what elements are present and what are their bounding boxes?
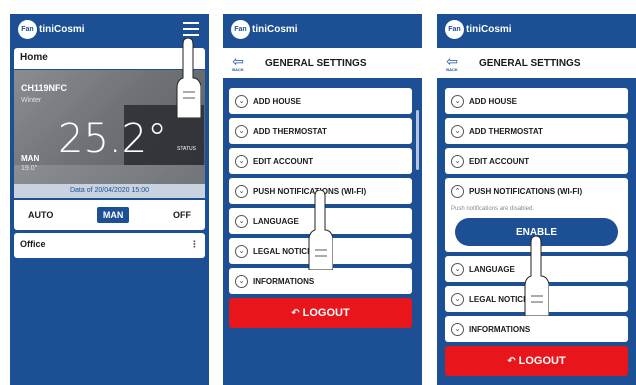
thermostat-setpoint: 19.0°	[21, 165, 38, 172]
back-label: BACK	[232, 66, 244, 72]
top-bar: Fan tiniCosmi	[437, 14, 636, 45]
logout-button[interactable]: ↶ LOGOUT	[229, 298, 412, 328]
office-label: Office	[20, 239, 46, 249]
chevron-down-icon: ⌄	[235, 184, 248, 198]
menu-item-language[interactable]: ⌄ LANGUAGE	[445, 256, 628, 282]
chevron-down-icon: ⌄	[235, 154, 248, 168]
back-label: BACK	[446, 66, 458, 72]
menu-item-label: ADD HOUSE	[469, 96, 518, 106]
logout-button[interactable]: ↶ LOGOUT	[445, 346, 628, 376]
back-button[interactable]: ⇦ BACK	[223, 52, 253, 72]
logout-icon: ↶	[507, 355, 516, 367]
menu-item-language[interactable]: ⌄ LANGUAGE	[229, 208, 412, 234]
brand-logo: Fan tiniCosmi	[445, 20, 512, 39]
chevron-down-icon: ⌄	[235, 274, 248, 288]
chevron-down-icon: ⌄	[451, 262, 464, 276]
menu-item-label: ADD HOUSE	[253, 96, 302, 106]
chevron-down-icon: ⌄	[451, 292, 464, 306]
back-icon: ⇦	[232, 52, 244, 69]
mode-selector: AUTO MAN OFF	[14, 200, 205, 230]
push-status-note: Push notifications are disabled.	[451, 206, 535, 212]
settings-menu: ⌄ ADD HOUSE ⌄ ADD THERMOSTAT ⌄ EDIT ACCOUNT…	[445, 88, 628, 376]
menu-item-label: PUSH NOTIFICATIONS (WI-FI)	[253, 186, 367, 196]
menu-item-label: LEGAL NOTICES	[253, 246, 318, 256]
chevron-down-icon: ⌄	[235, 124, 248, 138]
chevron-down-icon: ⌄	[235, 94, 248, 108]
menu-item-label: INFORMATIONS	[469, 324, 531, 334]
screen-general-settings-expanded: Fan tiniCosmi ⇦ BACK GENERAL SETTINGS ⌄ A…	[437, 14, 636, 385]
thermostat-name: CH119NFC	[21, 83, 68, 93]
settings-header: ⇦ BACK GENERAL SETTINGS	[223, 48, 422, 78]
logout-icon: ↶	[291, 307, 300, 319]
menu-item-edit-account[interactable]: ⌄ EDIT ACCOUNT	[445, 148, 628, 174]
top-bar: Fan tiniCosmi	[10, 14, 209, 45]
menu-item-label: LEGAL NOTICES	[469, 294, 534, 304]
screen-general-settings: Fan tiniCosmi ⇦ BACK GENERAL SETTINGS ⌄ A…	[223, 14, 422, 385]
menu-item-label: LANGUAGE	[253, 216, 299, 226]
hamburger-icon[interactable]	[183, 22, 199, 36]
menu-item-push-notifications[interactable]: ⌄ PUSH NOTIFICATIONS (WI-FI)	[229, 178, 412, 204]
chevron-down-icon: ⌄	[451, 124, 464, 138]
menu-item-push-notifications-expanded: ⌃ PUSH NOTIFICATIONS (WI-FI) Push notific…	[445, 178, 628, 252]
menu-item-label: LANGUAGE	[469, 264, 515, 274]
settings-header: ⇦ BACK GENERAL SETTINGS	[437, 48, 636, 78]
chevron-down-icon: ⌄	[451, 94, 464, 108]
back-icon: ⇦	[446, 52, 458, 69]
logout-label: LOGOUT	[518, 355, 566, 367]
data-timestamp: Data of 20/04/2020 15:00	[14, 184, 205, 198]
menu-item-label: PUSH NOTIFICATIONS (WI-FI)	[469, 186, 583, 196]
menu-item-add-thermostat[interactable]: ⌄ ADD THERMOSTAT	[445, 118, 628, 144]
chevron-down-icon: ⌄	[451, 322, 464, 336]
chevron-up-icon: ⌃	[451, 184, 464, 198]
menu-item-add-house[interactable]: ⌄ ADD HOUSE	[229, 88, 412, 114]
mode-man-button[interactable]: MAN	[96, 207, 130, 223]
status-label: STATUS	[177, 146, 196, 152]
chevron-down-icon: ⌄	[451, 154, 464, 168]
thermostat-season: Winter	[21, 97, 42, 104]
menu-item-informations[interactable]: ⌄ INFORMATIONS	[229, 268, 412, 294]
page-title: GENERAL SETTINGS	[265, 57, 367, 69]
side-control[interactable]	[177, 92, 191, 116]
mode-auto-button[interactable]: AUTO	[22, 207, 59, 223]
scrollbar[interactable]	[416, 110, 419, 170]
enable-button[interactable]: ENABLE	[455, 218, 618, 246]
menu-item-label: ADD THERMOSTAT	[253, 126, 327, 136]
logo-mark: Fan	[18, 20, 37, 39]
menu-item-add-house[interactable]: ⌄ ADD HOUSE	[445, 88, 628, 114]
menu-item-informations[interactable]: ⌄ INFORMATIONS	[445, 316, 628, 342]
logo-mark: Fan	[445, 20, 464, 39]
settings-menu: ⌄ ADD HOUSE ⌄ ADD THERMOSTAT ⌄ EDIT ACCOUNT…	[229, 88, 412, 328]
office-card[interactable]: Office ⋮	[14, 233, 205, 258]
logo-text: tiniCosmi	[252, 24, 298, 35]
logo-text: tiniCosmi	[39, 24, 85, 35]
kebab-menu-icon[interactable]: ⋮	[190, 239, 199, 250]
screen-home: Fan tiniCosmi Home CH119NFC Winter 25.2°…	[10, 14, 209, 385]
menu-item-legal-notices[interactable]: ⌄ LEGAL NOTICES	[229, 238, 412, 264]
chevron-down-icon: ⌄	[235, 214, 248, 228]
logout-label: LOGOUT	[302, 307, 350, 319]
menu-item-legal-notices[interactable]: ⌄ LEGAL NOTICES	[445, 286, 628, 312]
menu-item-label: EDIT ACCOUNT	[253, 156, 314, 166]
menu-item-add-thermostat[interactable]: ⌄ ADD THERMOSTAT	[229, 118, 412, 144]
menu-item-label: INFORMATIONS	[253, 276, 315, 286]
top-bar: Fan tiniCosmi	[223, 14, 422, 45]
back-button[interactable]: ⇦ BACK	[437, 52, 467, 72]
page-title: GENERAL SETTINGS	[479, 57, 581, 69]
menu-item-label: ADD THERMOSTAT	[469, 126, 543, 136]
menu-item-label: EDIT ACCOUNT	[469, 156, 530, 166]
logo-mark: Fan	[231, 20, 250, 39]
logo-text: tiniCosmi	[466, 24, 512, 35]
brand-logo: Fan tiniCosmi	[18, 20, 85, 39]
brand-logo: Fan tiniCosmi	[231, 20, 298, 39]
mode-off-button[interactable]: OFF	[167, 207, 197, 223]
chevron-down-icon: ⌄	[235, 244, 248, 258]
thermostat-temperature: 25.2°	[58, 116, 168, 162]
house-title[interactable]: Home	[14, 48, 205, 69]
thermostat-mode: MAN	[21, 154, 40, 163]
menu-item-edit-account[interactable]: ⌄ EDIT ACCOUNT	[229, 148, 412, 174]
expanded-header[interactable]: ⌃ PUSH NOTIFICATIONS (WI-FI)	[451, 180, 622, 202]
thermostat-card[interactable]: CH119NFC Winter 25.2° MAN 19.0° STATUS	[14, 70, 205, 198]
